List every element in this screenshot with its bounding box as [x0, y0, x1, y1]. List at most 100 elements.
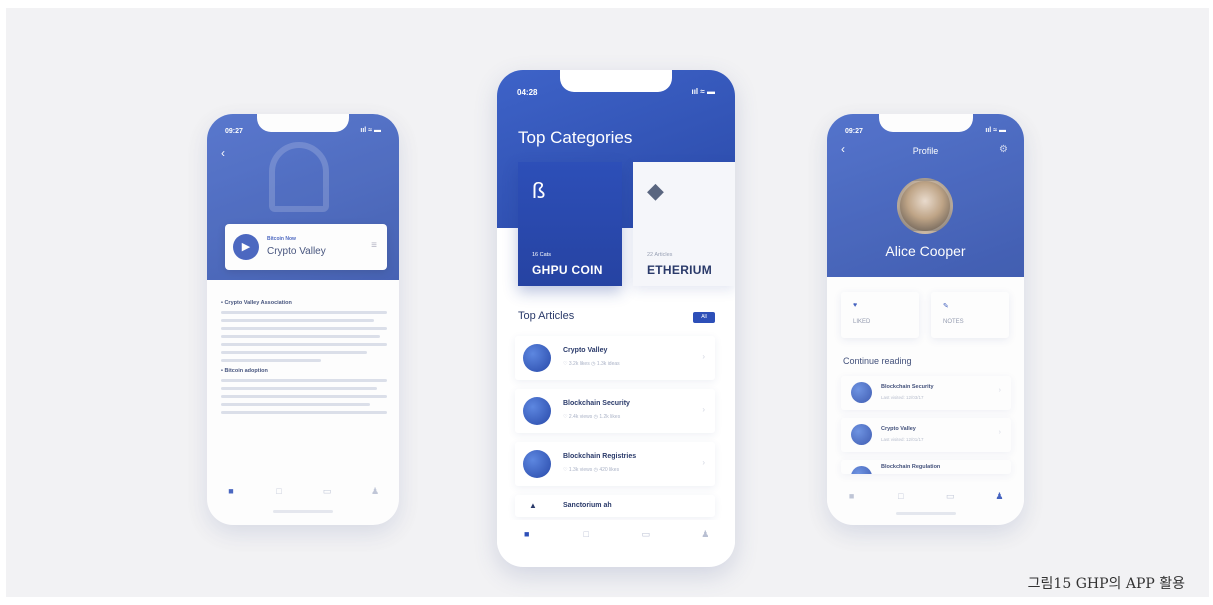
tab-profile[interactable]: ♟: [992, 489, 1006, 503]
tab-chat[interactable]: ▭: [639, 527, 653, 541]
stat-label: NOTES: [943, 319, 964, 325]
see-all-button[interactable]: All: [693, 312, 715, 323]
home-indicator: [576, 552, 656, 555]
category-card-etherium[interactable]: ◆ 22 Articles ETHERIUM: [633, 162, 735, 286]
text-line: [221, 411, 387, 414]
phone-notch: [257, 114, 349, 132]
ghpu-coin-icon: ß: [532, 178, 546, 203]
home-indicator: [273, 510, 333, 513]
profile-name: Alice Cooper: [885, 243, 966, 259]
article-title: Blockchain Security: [881, 384, 934, 390]
article-meta: ♡ 1.3k views ◷ 420 likes: [563, 467, 620, 473]
chevron-right-icon: ›: [702, 405, 705, 414]
article-title: Sanctorium ah: [563, 502, 612, 509]
phone-notch: [878, 114, 973, 132]
play-icon[interactable]: ▶: [233, 234, 259, 260]
playlist-icon[interactable]: ≡: [371, 240, 377, 251]
list-item[interactable]: Crypto Valley Last visited: 12/01/17 ›: [841, 418, 1011, 452]
status-time: 04:28: [517, 88, 538, 97]
chevron-right-icon: ›: [702, 458, 705, 467]
tab-home[interactable]: ■: [520, 527, 534, 541]
ethereum-icon: ◆: [647, 178, 664, 203]
article-meta: ♡ 3.2k likes ◷ 1.3k ideas: [563, 361, 620, 367]
liked-card[interactable]: ♥ LIKED: [841, 292, 919, 338]
tab-library[interactable]: □: [579, 527, 593, 541]
phone-profile: 09:27 ııl ≈ ▬ ‹ Profile ⚙ Alice Cooper ♥…: [827, 114, 1024, 525]
chevron-right-icon: ›: [702, 352, 705, 361]
list-item[interactable]: Blockchain Regulation: [841, 460, 1011, 474]
avatar: [897, 178, 953, 234]
stat-label: LIKED: [853, 319, 871, 325]
article-title: Blockchain Security: [563, 400, 630, 407]
tab-profile[interactable]: ♟: [368, 484, 382, 498]
list-item[interactable]: Blockchain Registries ♡ 1.3k views ◷ 420…: [515, 442, 715, 486]
article-thumbnail: [851, 382, 872, 403]
list-item[interactable]: Blockchain Security ♡ 2.4k views ◷ 1.2k …: [515, 389, 715, 433]
tab-library[interactable]: □: [272, 484, 286, 498]
text-line: [221, 311, 387, 314]
text-line: [221, 327, 387, 330]
tab-bar: ■ □ ▭ ♟: [207, 484, 399, 498]
back-arrow-icon[interactable]: ‹: [221, 146, 225, 160]
section-heading: • Crypto Valley Association: [221, 300, 292, 306]
home-indicator: [895, 512, 956, 515]
text-line: [221, 359, 321, 362]
article-thumbnail: [523, 344, 551, 372]
article-thumbnail: [523, 450, 551, 478]
page-title: Profile: [912, 146, 939, 156]
section-title: Continue reading: [843, 356, 912, 366]
tab-home[interactable]: ■: [845, 489, 859, 503]
phone-top-categories: 04:28 ııl ≈ ▬ Top Categories ß 16 Cats G…: [497, 70, 735, 567]
text-line: [221, 319, 374, 322]
tab-library[interactable]: □: [894, 489, 908, 503]
article-thumbnail: [851, 424, 872, 445]
text-line: [221, 387, 378, 390]
tab-home[interactable]: ■: [224, 484, 238, 498]
phone-notch: [560, 70, 672, 92]
article-title: Blockchain Registries: [563, 453, 637, 460]
article-last-visited: Last visited: 12/03/17: [881, 395, 924, 400]
list-item[interactable]: ▲ Sanctorium ah: [515, 495, 715, 517]
text-line: [221, 351, 368, 354]
tab-bar: ■ □ ▭ ♟: [497, 520, 735, 548]
player-kicker: Bitcoin Now: [267, 236, 296, 242]
chevron-right-icon: ›: [998, 387, 1001, 394]
article-title: Blockchain Regulation: [881, 464, 941, 470]
article-list: Crypto Valley ♡ 3.2k likes ◷ 1.3k ideas …: [515, 336, 715, 526]
article-title: Crypto Valley: [563, 347, 608, 354]
list-item[interactable]: Crypto Valley ♡ 3.2k likes ◷ 1.3k ideas …: [515, 336, 715, 380]
article-title: Crypto Valley: [881, 426, 916, 432]
player-title: Crypto Valley: [267, 246, 326, 257]
text-line: [221, 343, 387, 346]
gear-icon[interactable]: ⚙: [999, 144, 1008, 155]
tab-profile[interactable]: ♟: [698, 527, 712, 541]
lock-icon: [269, 142, 329, 212]
text-line: [221, 335, 381, 338]
figure-caption: 그림15 GHP의 APP 활용: [1027, 576, 1185, 592]
category-count: 22 Articles: [647, 252, 673, 258]
reading-list: Blockchain Security Last visited: 12/03/…: [841, 376, 1011, 482]
section-heading: • Bitcoin adoption: [221, 368, 268, 374]
category-name: ETHERIUM: [647, 263, 713, 277]
audio-player-card[interactable]: ▶ Bitcoin Now Crypto Valley ≡: [225, 224, 387, 270]
category-name: GHPU COIN: [532, 263, 603, 277]
status-time: 09:27: [225, 128, 243, 135]
article-thumbnail: [851, 466, 872, 474]
pencil-icon: ✎: [943, 303, 949, 310]
article-body: • Crypto Valley Association • Bitcoin ad…: [221, 294, 387, 419]
background-panel: 09:27 ııl ≈ ▬ ‹ ▶ Bitcoin Now Crypto Val…: [6, 8, 1209, 597]
page-title: Top Categories: [518, 128, 633, 147]
tab-chat[interactable]: ▭: [320, 484, 334, 498]
status-icons: ııl ≈ ▬: [691, 87, 715, 96]
status-time: 09:27: [845, 128, 863, 135]
list-item[interactable]: Blockchain Security Last visited: 12/03/…: [841, 376, 1011, 410]
article-thumbnail: [523, 397, 551, 425]
text-line: [221, 403, 371, 406]
graduation-cap-icon: ▲: [529, 501, 537, 510]
notes-card[interactable]: ✎ NOTES: [931, 292, 1009, 338]
tab-chat[interactable]: ▭: [943, 489, 957, 503]
category-card-ghpu-coin[interactable]: ß 16 Cats GHPU COIN: [518, 162, 622, 286]
section-title: Top Articles: [518, 310, 575, 322]
status-icons: ııl ≈ ▬: [985, 127, 1006, 134]
phone-article-detail: 09:27 ııl ≈ ▬ ‹ ▶ Bitcoin Now Crypto Val…: [207, 114, 399, 525]
